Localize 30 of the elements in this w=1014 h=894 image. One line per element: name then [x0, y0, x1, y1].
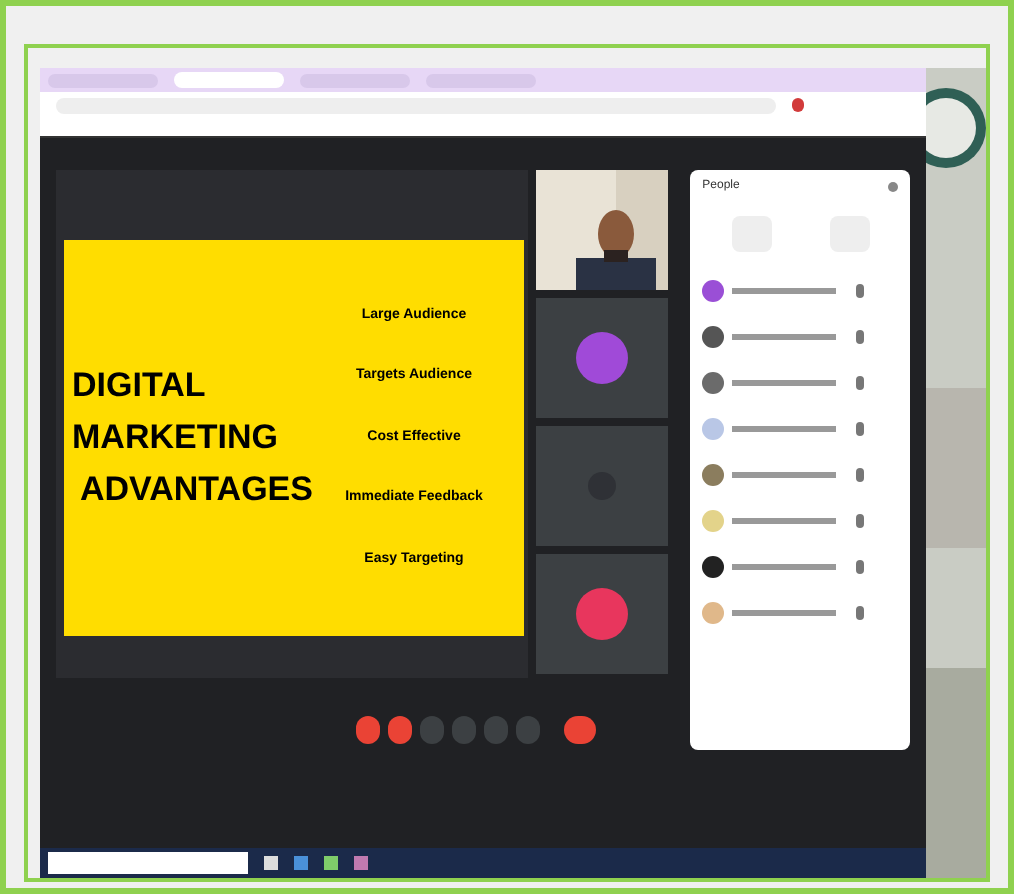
participant-name-bar — [732, 426, 837, 432]
mic-icon[interactable] — [856, 606, 865, 620]
browser-tab[interactable] — [174, 72, 284, 88]
participant-name-bar — [732, 334, 837, 340]
mic-icon[interactable] — [856, 468, 865, 482]
participant-name-bar — [732, 518, 837, 524]
taskbar-app-icon[interactable] — [294, 856, 308, 870]
taskbar-app-icon[interactable] — [264, 856, 278, 870]
mic-icon[interactable] — [856, 284, 865, 298]
taskbar-app-icon[interactable] — [324, 856, 338, 870]
slide-title: ADVANTAGES — [78, 468, 312, 512]
mic-icon[interactable] — [856, 514, 865, 528]
participant-name-bar — [732, 288, 837, 294]
call-control-button[interactable] — [388, 716, 412, 744]
mic-icon[interactable] — [856, 330, 865, 344]
mic-icon[interactable] — [856, 376, 865, 390]
slide-title: MARKETING — [72, 416, 280, 460]
participant-name-bar — [732, 610, 837, 616]
close-icon[interactable] — [888, 182, 898, 192]
slide-title: DIGITAL — [72, 364, 208, 408]
taskbar-app-icon[interactable] — [354, 856, 368, 870]
mic-icon[interactable] — [856, 422, 865, 436]
participant-name-bar — [732, 380, 837, 386]
participant-name-bar — [732, 564, 837, 570]
participant-name-bar — [732, 472, 837, 478]
extension-icon[interactable] — [792, 98, 804, 112]
mic-icon[interactable] — [856, 560, 865, 574]
search-field[interactable] — [48, 852, 248, 874]
call-control-button[interactable] — [356, 716, 380, 744]
call-control-button[interactable] — [564, 716, 596, 744]
